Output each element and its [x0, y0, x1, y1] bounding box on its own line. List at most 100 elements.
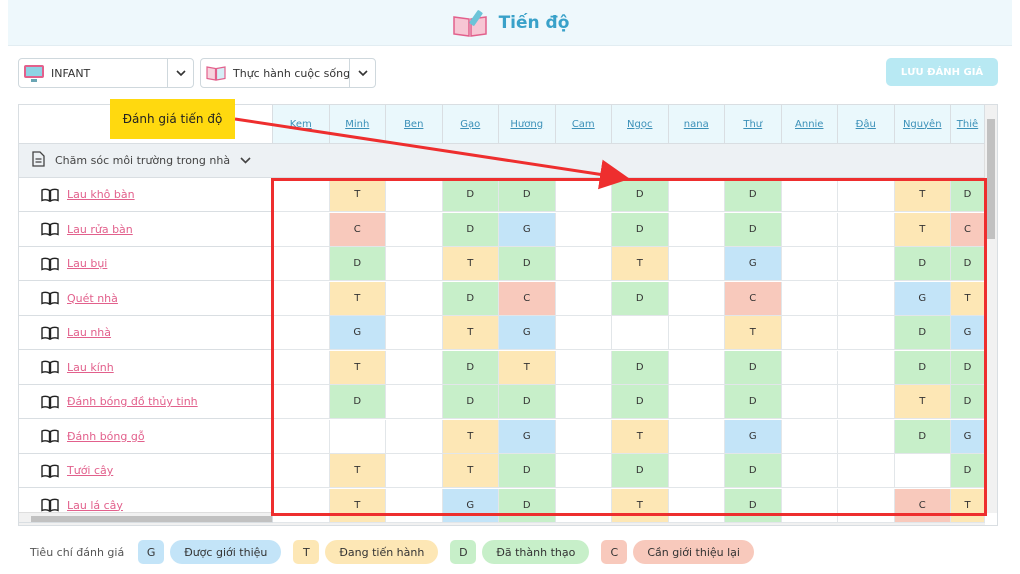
assessment-cell[interactable]: D	[499, 247, 556, 281]
column-header-student[interactable]: Ngọc	[612, 105, 669, 144]
assessment-cell[interactable]	[386, 350, 443, 385]
assessment-cell[interactable]	[555, 316, 612, 350]
assessment-cell[interactable]: G	[499, 419, 556, 454]
save-assessment-button[interactable]: LƯU ĐÁNH GIÁ	[886, 58, 998, 86]
assessment-cell[interactable]: D	[442, 350, 499, 385]
activity-group-row[interactable]: Chăm sóc môi trường trong nhà	[19, 144, 985, 178]
assessment-cell[interactable]	[555, 419, 612, 454]
assessment-cell[interactable]	[555, 247, 612, 281]
activity-link[interactable]: Quét nhà	[67, 292, 118, 305]
assessment-cell[interactable]	[555, 212, 612, 247]
assessment-cell[interactable]	[838, 350, 895, 385]
assessment-cell[interactable]: D	[894, 247, 951, 281]
assessment-cell[interactable]: T	[442, 419, 499, 454]
assessment-cell[interactable]	[838, 488, 895, 523]
assessment-cell[interactable]: D	[329, 247, 386, 281]
assessment-cell[interactable]: G	[725, 247, 782, 281]
assessment-cell[interactable]: C	[951, 212, 985, 247]
assessment-cell[interactable]	[386, 281, 443, 316]
assessment-cell[interactable]: D	[894, 350, 951, 385]
assessment-cell[interactable]: T	[612, 488, 669, 523]
assessment-cell[interactable]: C	[894, 488, 951, 523]
assessment-cell[interactable]: D	[442, 385, 499, 419]
class-select[interactable]: INFANT	[18, 58, 194, 88]
assessment-cell[interactable]: D	[499, 454, 556, 488]
activity-link[interactable]: Lau kính	[67, 361, 114, 374]
vertical-scrollbar[interactable]	[984, 105, 997, 513]
activity-link[interactable]: Tưới cây	[67, 464, 113, 477]
assessment-cell[interactable]: T	[329, 178, 386, 212]
assessment-cell[interactable]: D	[951, 454, 985, 488]
assessment-cell[interactable]: D	[612, 281, 669, 316]
assessment-cell[interactable]: T	[329, 488, 386, 523]
assessment-cell[interactable]	[273, 350, 330, 385]
assessment-cell[interactable]: D	[499, 178, 556, 212]
assessment-cell[interactable]: T	[329, 281, 386, 316]
chevron-down-icon[interactable]	[167, 59, 193, 87]
assessment-cell[interactable]	[781, 350, 838, 385]
assessment-cell[interactable]: D	[329, 385, 386, 419]
assessment-cell[interactable]	[838, 454, 895, 488]
assessment-cell[interactable]: C	[329, 212, 386, 247]
assessment-cell[interactable]: T	[442, 454, 499, 488]
assessment-cell[interactable]: D	[725, 454, 782, 488]
assessment-cell[interactable]	[781, 178, 838, 212]
assessment-cell[interactable]	[273, 247, 330, 281]
assessment-cell[interactable]	[555, 281, 612, 316]
activity-link[interactable]: Lau khô bàn	[67, 188, 135, 201]
assessment-cell[interactable]: G	[329, 316, 386, 350]
assessment-cell[interactable]	[555, 454, 612, 488]
column-header-student[interactable]: Thiê	[951, 105, 985, 144]
assessment-cell[interactable]: G	[725, 419, 782, 454]
assessment-cell[interactable]: G	[499, 212, 556, 247]
assessment-cell[interactable]	[668, 454, 725, 488]
assessment-cell[interactable]	[555, 178, 612, 212]
assessment-cell[interactable]	[329, 419, 386, 454]
assessment-cell[interactable]: G	[894, 281, 951, 316]
assessment-cell[interactable]	[781, 247, 838, 281]
assessment-cell[interactable]: T	[612, 247, 669, 281]
assessment-cell[interactable]: D	[612, 454, 669, 488]
assessment-cell[interactable]: T	[499, 350, 556, 385]
assessment-cell[interactable]	[781, 212, 838, 247]
assessment-cell[interactable]	[781, 385, 838, 419]
assessment-cell[interactable]: T	[442, 316, 499, 350]
activity-link[interactable]: Lau lá cây	[67, 499, 123, 512]
assessment-cell[interactable]: D	[612, 385, 669, 419]
assessment-cell[interactable]: G	[442, 488, 499, 523]
assessment-cell[interactable]	[386, 419, 443, 454]
assessment-cell[interactable]: C	[725, 281, 782, 316]
assessment-cell[interactable]	[273, 385, 330, 419]
assessment-cell[interactable]	[555, 385, 612, 419]
assessment-cell[interactable]	[781, 454, 838, 488]
column-header-student[interactable]: Đậu	[838, 105, 895, 144]
assessment-cell[interactable]: D	[442, 212, 499, 247]
assessment-cell[interactable]: G	[951, 419, 985, 454]
activity-link[interactable]: Lau nhà	[67, 326, 111, 339]
assessment-cell[interactable]: D	[725, 350, 782, 385]
assessment-cell[interactable]: D	[951, 178, 985, 212]
assessment-cell[interactable]: T	[894, 178, 951, 212]
column-header-student[interactable]: Kem	[273, 105, 330, 144]
assessment-cell[interactable]	[273, 488, 330, 523]
assessment-cell[interactable]: D	[894, 316, 951, 350]
assessment-cell[interactable]: D	[612, 178, 669, 212]
assessment-cell[interactable]: G	[499, 316, 556, 350]
subject-select[interactable]: Thực hành cuộc sống	[200, 58, 376, 88]
column-header-student[interactable]: Gạo	[442, 105, 499, 144]
assessment-cell[interactable]	[781, 488, 838, 523]
assessment-cell[interactable]	[781, 419, 838, 454]
activity-link[interactable]: Lau rửa bàn	[67, 223, 133, 236]
assessment-cell[interactable]: T	[951, 488, 985, 523]
activity-link[interactable]: Lau bụi	[67, 257, 107, 270]
assessment-cell[interactable]: D	[725, 178, 782, 212]
assessment-cell[interactable]	[273, 178, 330, 212]
assessment-cell[interactable]	[668, 212, 725, 247]
assessment-cell[interactable]	[386, 247, 443, 281]
column-header-student[interactable]: Ben	[386, 105, 443, 144]
assessment-cell[interactable]: T	[894, 385, 951, 419]
column-header-student[interactable]: Hương	[499, 105, 556, 144]
assessment-cell[interactable]	[555, 488, 612, 523]
assessment-cell[interactable]: D	[499, 385, 556, 419]
assessment-cell[interactable]	[668, 419, 725, 454]
